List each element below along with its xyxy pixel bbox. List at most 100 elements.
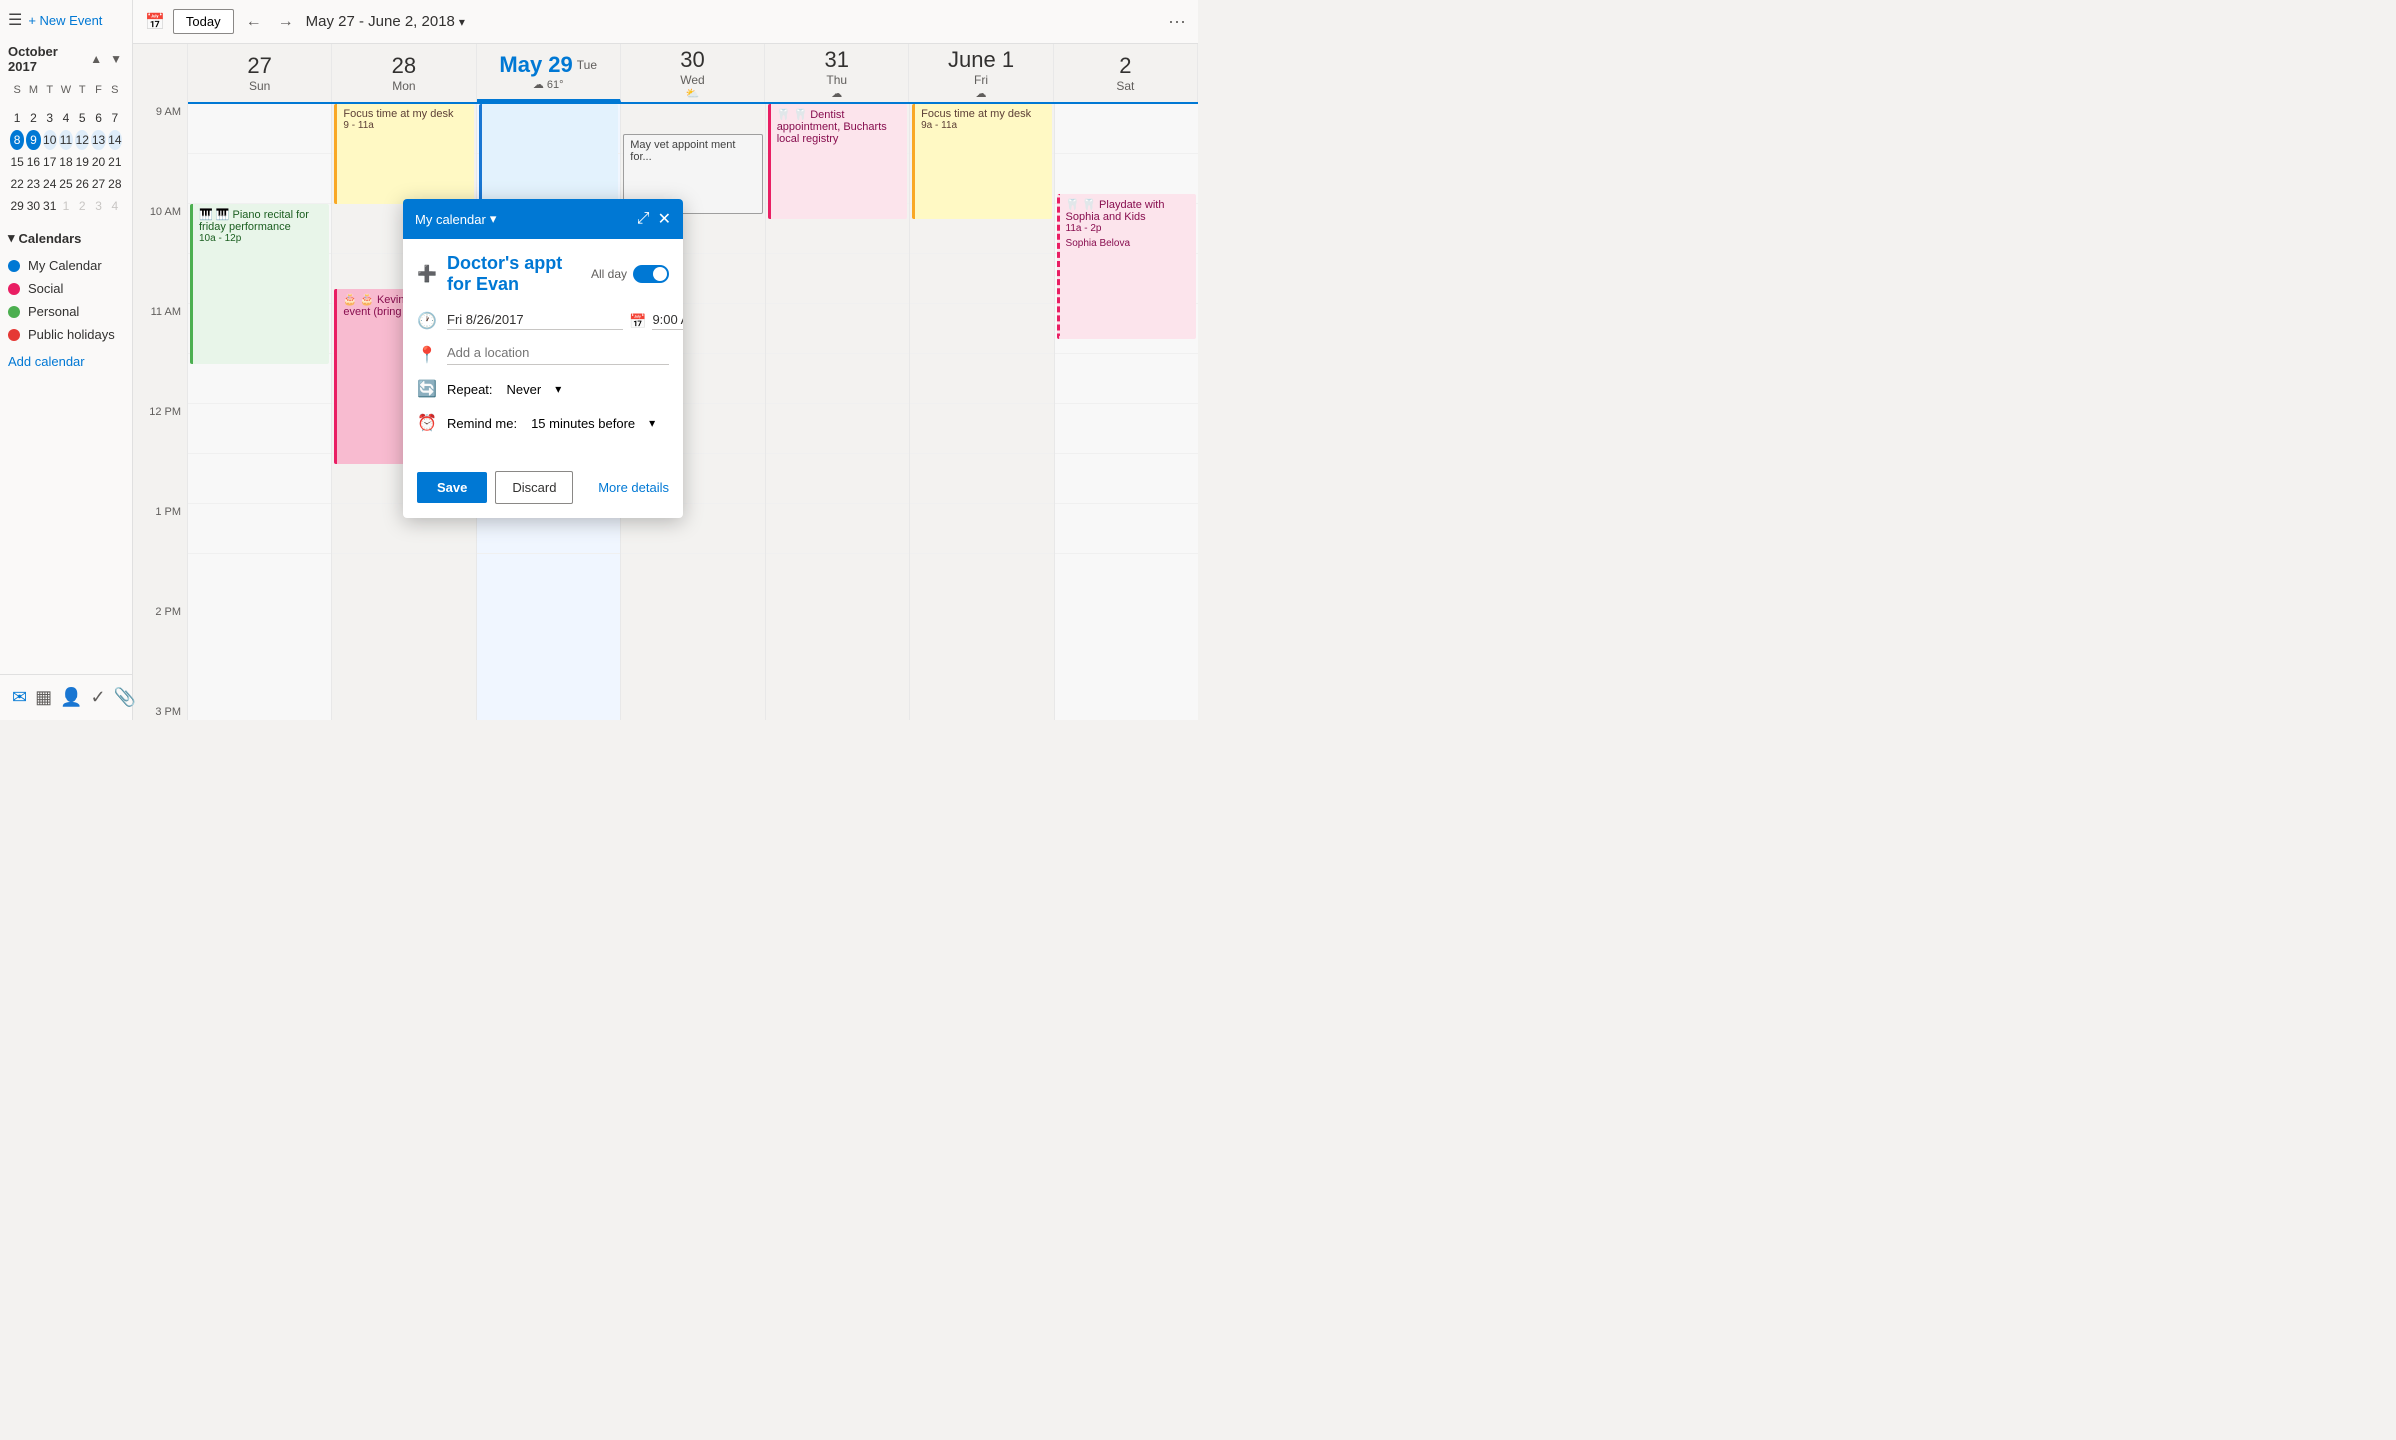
cal-day[interactable]: 3 [43, 108, 57, 128]
cal-day[interactable]: 18 [59, 152, 73, 172]
today-button[interactable]: Today [173, 9, 234, 34]
cal-day[interactable]: 2 [75, 196, 89, 216]
start-time-input[interactable] [652, 312, 683, 330]
mini-cal-grid: S M T W T F S [8, 80, 124, 218]
date-input[interactable] [447, 312, 623, 330]
add-calendar-button[interactable]: Add calendar [8, 350, 124, 373]
cal-day[interactable] [108, 100, 122, 106]
cal-day[interactable]: 5 [75, 108, 89, 128]
cal-day[interactable]: 22 [10, 174, 24, 194]
weather-fri: ☁ [976, 87, 987, 100]
cal-day[interactable]: 17 [43, 152, 57, 172]
event-title-text[interactable]: Doctor's appt for Evan [447, 253, 581, 295]
date-range-display[interactable]: May 27 - June 2, 2018 ▾ [306, 13, 465, 30]
cal-day[interactable] [91, 100, 105, 106]
focus-fri-event[interactable]: Focus time at my desk 9a - 11a [912, 104, 1051, 219]
cal-day[interactable]: 30 [26, 196, 40, 216]
mail-nav-icon[interactable]: ✉ [8, 683, 31, 712]
cal-day[interactable]: 16 [26, 152, 40, 172]
cal-day[interactable] [59, 100, 73, 106]
more-options-button[interactable]: ··· [1168, 11, 1186, 32]
cal-day[interactable]: 27 [91, 174, 105, 194]
calendars-header[interactable]: ▾ Calendars [8, 230, 124, 246]
day-column-sun[interactable]: 🎹 🎹 Piano recital for friday performance… [188, 104, 332, 720]
mini-cal-prev[interactable]: ▲ [88, 50, 104, 68]
calendar-selector[interactable]: My calendar ▾ [415, 211, 496, 227]
allday-toggle-switch[interactable] [633, 265, 669, 283]
time-column: 9 AM 10 AM 11 AM 12 PM 1 PM 2 PM 3 PM 4 … [133, 44, 188, 720]
playdate-event[interactable]: 🦷 🦷 Playdate with Sophia and Kids 11a - … [1057, 194, 1196, 339]
cal-day[interactable] [10, 100, 24, 106]
location-input[interactable] [447, 345, 669, 365]
cal-day[interactable]: 10 [43, 130, 57, 150]
cal-day[interactable]: 13 [91, 130, 105, 150]
cal-day[interactable]: 4 [108, 196, 122, 216]
top-bar: 📅 Today ← → May 27 - June 2, 2018 ▾ ··· [133, 0, 1198, 44]
calendar-item-my[interactable]: My Calendar [8, 254, 124, 277]
cal-day[interactable]: 9 [26, 130, 40, 150]
day-name-tue: Tue [577, 58, 597, 72]
cal-day[interactable]: 11 [59, 130, 73, 150]
cal-day[interactable]: 14 [108, 130, 122, 150]
day-column-thu[interactable]: 🦷 🦷 Dentist appointment, Bucharts local … [766, 104, 910, 720]
cal-day[interactable]: 20 [91, 152, 105, 172]
cal-day[interactable]: 6 [91, 108, 105, 128]
remind-row[interactable]: ⏰ Remind me: 15 minutes before ▾ [417, 413, 669, 433]
discard-button[interactable]: Discard [495, 471, 573, 504]
prev-week-button[interactable]: ← [242, 9, 266, 35]
cal-day[interactable]: 24 [43, 174, 57, 194]
blue-tue-event[interactable] [479, 104, 618, 204]
piano-event[interactable]: 🎹 🎹 Piano recital for friday performance… [190, 204, 329, 364]
focus-mon-event[interactable]: Focus time at my desk 9 - 11a [334, 104, 473, 204]
cal-day[interactable]: 29 [10, 196, 24, 216]
day-column-sat[interactable]: 🦷 🦷 Playdate with Sophia and Kids 11a - … [1055, 104, 1198, 720]
calendar-picker-icon[interactable]: 📅 [629, 313, 646, 330]
hour-line [766, 454, 909, 504]
popup-close-button[interactable]: ✕ [658, 209, 671, 229]
cal-day[interactable]: 8 [10, 130, 24, 150]
cal-day[interactable]: 12 [75, 130, 89, 150]
new-event-button[interactable]: + New Event [28, 13, 102, 28]
repeat-chevron-icon[interactable]: ▾ [555, 382, 561, 396]
cal-day[interactable]: 25 [59, 174, 73, 194]
personal-calendar-dot [8, 306, 20, 318]
cal-day[interactable]: 2 [26, 108, 40, 128]
repeat-row[interactable]: 🔄 Repeat: Never ▾ [417, 379, 669, 399]
cal-day[interactable]: 7 [108, 108, 122, 128]
calendar-item-holidays[interactable]: Public holidays [8, 323, 124, 346]
time-10am: 10 AM [133, 204, 187, 254]
cal-day[interactable]: 15 [10, 152, 24, 172]
next-week-button[interactable]: → [274, 9, 298, 35]
date-time-row: 🕐 📅 ▾ to ▾ [417, 311, 669, 331]
remind-chevron-icon[interactable]: ▾ [649, 416, 655, 430]
people-nav-icon[interactable]: 👤 [56, 683, 86, 712]
repeat-icon: 🔄 [417, 379, 437, 399]
popup-expand-button[interactable]: ⤢ [637, 210, 650, 228]
cal-day[interactable]: 26 [75, 174, 89, 194]
cal-day[interactable]: 23 [26, 174, 40, 194]
cal-day[interactable] [26, 100, 40, 106]
playdate-person: Sophia Belova [1066, 238, 1190, 249]
save-button[interactable]: Save [417, 472, 487, 503]
tasks-nav-icon[interactable]: ✓ [87, 683, 110, 712]
calendar-item-personal[interactable]: Personal [8, 300, 124, 323]
more-details-button[interactable]: More details [598, 480, 669, 495]
hour-line [1055, 504, 1198, 554]
cal-day[interactable]: 3 [91, 196, 105, 216]
cal-day[interactable]: 1 [59, 196, 73, 216]
cal-day[interactable]: 1 [10, 108, 24, 128]
calendar-nav-icon[interactable]: ▦ [31, 683, 56, 712]
cal-day[interactable]: 31 [43, 196, 57, 216]
mini-cal-next[interactable]: ▼ [108, 50, 124, 68]
dentist-event[interactable]: 🦷 🦷 Dentist appointment, Bucharts local … [768, 104, 907, 219]
day-column-fri[interactable]: Focus time at my desk 9a - 11a [910, 104, 1054, 720]
cal-day[interactable]: 21 [108, 152, 122, 172]
cal-day[interactable] [43, 100, 57, 106]
cal-day[interactable]: 28 [108, 174, 122, 194]
hamburger-icon[interactable]: ☰ [8, 10, 22, 30]
cal-day[interactable]: 19 [75, 152, 89, 172]
cal-day[interactable] [75, 100, 89, 106]
cal-day[interactable]: 4 [59, 108, 73, 128]
my-calendar-label: My Calendar [28, 258, 102, 273]
calendar-item-social[interactable]: Social [8, 277, 124, 300]
